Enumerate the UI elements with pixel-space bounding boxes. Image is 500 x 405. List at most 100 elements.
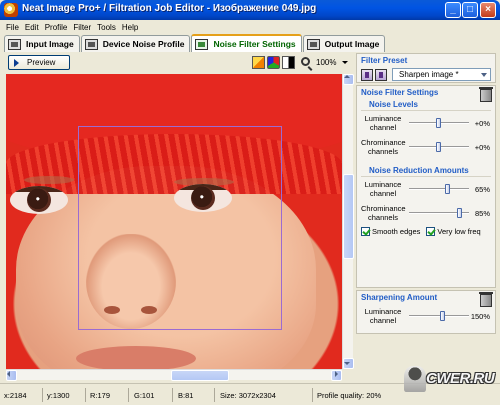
tab-label: Noise Filter Settings <box>213 39 296 49</box>
close-button[interactable]: × <box>480 2 496 18</box>
menu-edit[interactable]: Edit <box>23 20 43 34</box>
window-title: Neat Image Pro+ / Filtration Job Editor … <box>22 3 317 14</box>
output-image-icon <box>306 38 320 50</box>
checkbox-checked-icon <box>361 227 370 236</box>
settings-panel: Filter Preset Sharpen image * Noise Filt… <box>356 53 498 381</box>
menu-filter[interactable]: Filter <box>71 20 95 34</box>
slider-value: 85% <box>474 208 490 218</box>
tab-input-image[interactable]: Input Image <box>4 35 80 52</box>
zoom-icon[interactable] <box>301 57 310 66</box>
filter-preset-select[interactable]: Sharpen image * <box>392 68 491 81</box>
tab-label: Device Noise Profile <box>102 39 185 49</box>
filter-preset-heading: Filter Preset <box>361 56 408 65</box>
scroll-down-button[interactable] <box>343 358 354 369</box>
checkbox-label: Smooth edges <box>372 227 421 236</box>
noise-reduction-heading: Noise Reduction Amounts <box>361 165 491 177</box>
minimize-button[interactable]: _ <box>445 2 461 18</box>
tab-noise-filter-settings[interactable]: Noise Filter Settings <box>191 34 302 52</box>
filter-settings-icon <box>195 38 209 50</box>
sharpening-heading: Sharpening Amount <box>361 293 438 302</box>
scroll-up-button[interactable] <box>343 74 354 85</box>
reduction-luminance-row: Luminance channel 65% <box>357 177 495 201</box>
status-blue: B:81 <box>178 391 194 400</box>
photo-brow <box>24 176 74 184</box>
slider-value: +0% <box>474 142 490 152</box>
zoom-dropdown-arrow-icon[interactable] <box>342 61 348 64</box>
vertical-scroll-thumb[interactable] <box>343 174 354 259</box>
photo-mouth <box>76 346 196 369</box>
menu-help[interactable]: Help <box>120 20 142 34</box>
status-image-size: Size: 3072x2304 <box>220 391 276 400</box>
reset-filter-trash-icon[interactable] <box>479 87 493 102</box>
watermark-figure-icon <box>404 366 426 392</box>
slider-label: Chrominance channels <box>361 204 406 222</box>
scroll-right-button[interactable] <box>331 370 342 381</box>
status-green: G:101 <box>134 391 155 400</box>
slider-thumb[interactable] <box>436 118 441 128</box>
preview-selection-rectangle[interactable] <box>78 126 282 330</box>
slider-thumb[interactable] <box>445 184 450 194</box>
menu-tools[interactable]: Tools <box>95 20 120 34</box>
slider-track[interactable] <box>409 188 469 190</box>
slider-thumb[interactable] <box>440 311 445 321</box>
slider-value: +0% <box>474 118 490 128</box>
slider-value: 65% <box>474 184 490 194</box>
menu-bar: File Edit Profile Filter Tools Help <box>0 20 500 34</box>
noise-level-luminance-row: Luminance channel +0% <box>357 111 495 135</box>
title-bar: Neat Image Pro+ / Filtration Job Editor … <box>0 0 500 20</box>
slider-label: Chrominance channels <box>361 138 406 156</box>
slider-label: Luminance channel <box>364 307 402 325</box>
menu-file[interactable]: File <box>4 20 23 34</box>
filter-preset-value: Sharpen image * <box>399 70 459 79</box>
noise-filter-settings-section: Noise Filter Settings Noise Levels Lumin… <box>356 85 496 288</box>
save-preset-icon[interactable] <box>375 68 387 81</box>
status-y: y:1300 <box>47 391 70 400</box>
slider-thumb[interactable] <box>436 142 441 152</box>
noise-filter-settings-heading: Noise Filter Settings <box>361 88 439 97</box>
slider-label: Luminance channel <box>364 114 402 132</box>
menu-profile[interactable]: Profile <box>43 20 72 34</box>
status-red: R:179 <box>90 391 111 400</box>
tab-device-noise-profile[interactable]: Device Noise Profile <box>80 35 191 52</box>
filter-preset-section: Filter Preset Sharpen image * <box>356 53 496 83</box>
slider-value: 150% <box>470 311 490 321</box>
status-x: x:2184 <box>4 391 27 400</box>
zoom-level[interactable]: 100% <box>316 58 336 67</box>
tab-label: Output Image <box>324 39 380 49</box>
noise-levels-heading: Noise Levels <box>361 99 491 111</box>
photo-eye <box>10 186 68 214</box>
watermark-text: CWER.RU <box>426 370 495 387</box>
slider-track[interactable] <box>409 315 469 317</box>
device-profile-icon <box>84 38 98 50</box>
filter-options: Smooth edges Very low freq <box>357 225 495 238</box>
preview-label: Preview <box>27 58 56 67</box>
app-icon <box>4 3 18 17</box>
compare-icon[interactable] <box>282 56 295 69</box>
noise-level-chrominance-row: Chrominance channels +0% <box>357 135 495 159</box>
sharpening-luminance-row: Luminance channel 150% <box>357 304 495 328</box>
slider-thumb[interactable] <box>457 208 462 218</box>
checkbox-checked-icon <box>426 227 436 236</box>
horizontal-scroll-thumb[interactable] <box>171 370 229 381</box>
image-preview[interactable] <box>6 74 342 369</box>
highlight-icon[interactable] <box>252 56 265 69</box>
status-profile-quality: Profile quality: 20% <box>317 391 382 400</box>
input-image-icon <box>8 38 21 50</box>
smooth-edges-checkbox[interactable]: Smooth edges <box>361 227 420 236</box>
tab-label: Input Image <box>26 39 74 49</box>
tab-output-image[interactable]: Output Image <box>302 35 386 52</box>
dropdown-arrow-icon <box>481 73 487 77</box>
reduction-chrominance-row: Chrominance channels 85% <box>357 201 495 225</box>
horizontal-scrollbar[interactable] <box>6 369 342 381</box>
play-icon <box>14 58 19 67</box>
preview-toolbar: Preview 100% <box>4 53 354 73</box>
vertical-scrollbar[interactable] <box>342 74 354 369</box>
scroll-left-button[interactable] <box>6 370 17 381</box>
maximize-button[interactable]: □ <box>462 2 478 18</box>
slider-label: Luminance channel <box>364 180 402 198</box>
color-channels-icon[interactable] <box>267 56 280 69</box>
preview-button[interactable]: Preview <box>8 55 70 70</box>
very-low-freq-checkbox[interactable]: Very low freq <box>426 227 481 236</box>
watermark-logo: CWER.RU <box>402 360 498 400</box>
load-preset-icon[interactable] <box>361 68 373 81</box>
